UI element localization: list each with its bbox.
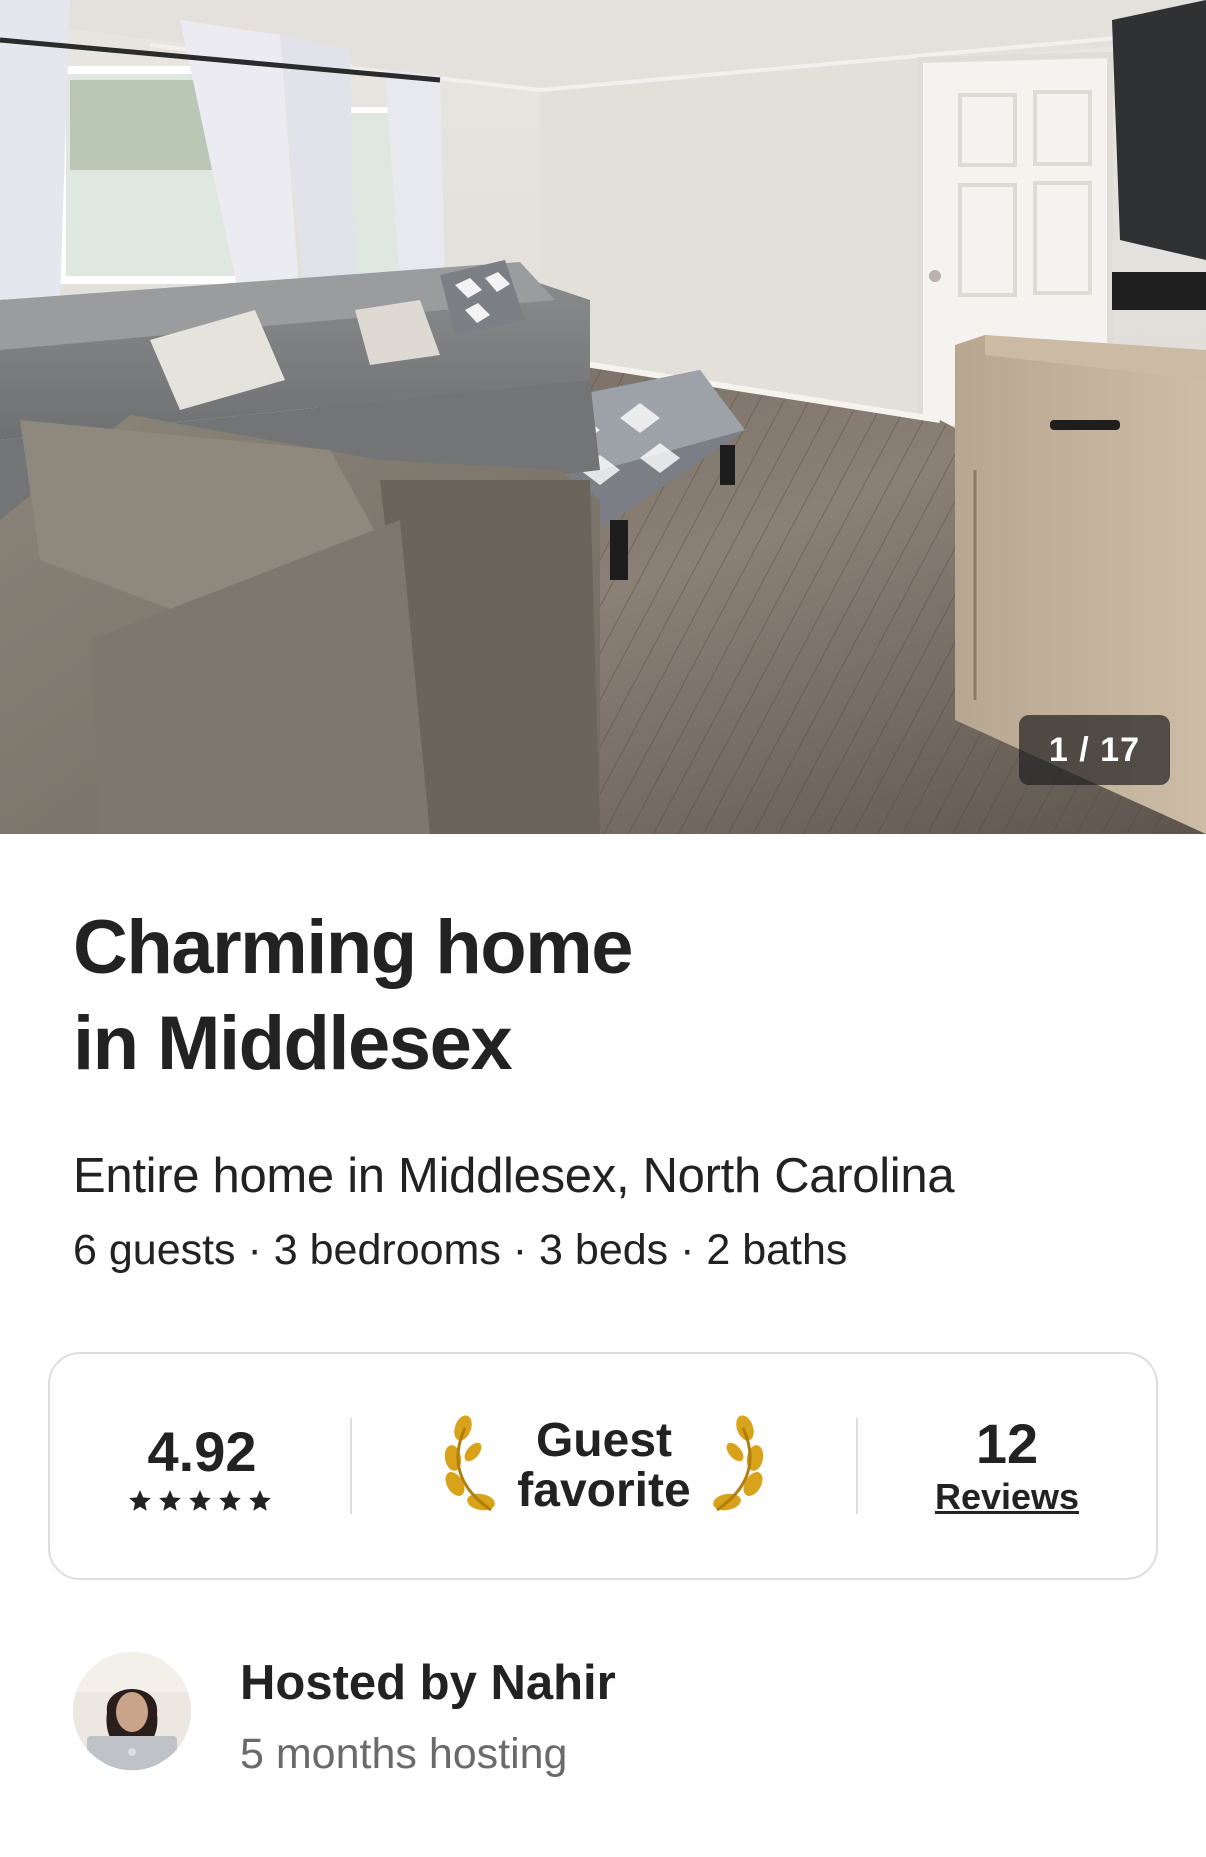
star-icon [219, 1489, 241, 1511]
photo-counter: 1 / 17 [1018, 715, 1170, 785]
laurel-left-icon [445, 1415, 496, 1512]
star-icon [159, 1489, 181, 1511]
guest-favorite-card[interactable]: 4.92 Guest favorite 12 Reviews [48, 1352, 1158, 1580]
listing-photo[interactable]: 1 / 17 [0, 0, 1206, 834]
guest-favorite-line-1: Guest [535, 1414, 672, 1467]
listing-page: 1 / 17 Charming home in Middlesex Entire… [0, 0, 1206, 1857]
rating-value: 4.92 [147, 1419, 257, 1483]
host-photo [73, 1652, 191, 1770]
reviews-link[interactable]: Reviews [935, 1476, 1079, 1518]
listing-title-line-1: Charming home [73, 905, 634, 990]
listing-details: 6 guests · 3 bedrooms · 3 beds · 2 baths [73, 1226, 848, 1274]
host-name: Hosted by Nahir [240, 1656, 616, 1710]
rating-block: 4.92 [50, 1354, 350, 1578]
host-duration: 5 months hosting [240, 1730, 568, 1778]
listing-title-line-2: in Middlesex [73, 1001, 513, 1086]
guest-favorite-line-2: favorite [517, 1464, 691, 1517]
laurel-right-icon [712, 1415, 763, 1512]
living-room-photo [0, 0, 1206, 834]
listing-subtitle: Entire home in Middlesex, North Carolina [73, 1149, 955, 1203]
host-avatar[interactable] [73, 1652, 191, 1770]
guest-favorite-label: Guest favorite [517, 1416, 690, 1516]
reviews-count: 12 [975, 1412, 1039, 1475]
star-icon [189, 1489, 211, 1511]
reviews-block[interactable]: 12 Reviews [858, 1354, 1156, 1578]
star-icon [129, 1489, 151, 1511]
listing-title: Charming home in Middlesex [73, 900, 873, 1092]
rating-stars [127, 1488, 273, 1514]
star-icon [249, 1489, 271, 1511]
guest-favorite-badge: Guest favorite [352, 1354, 856, 1578]
